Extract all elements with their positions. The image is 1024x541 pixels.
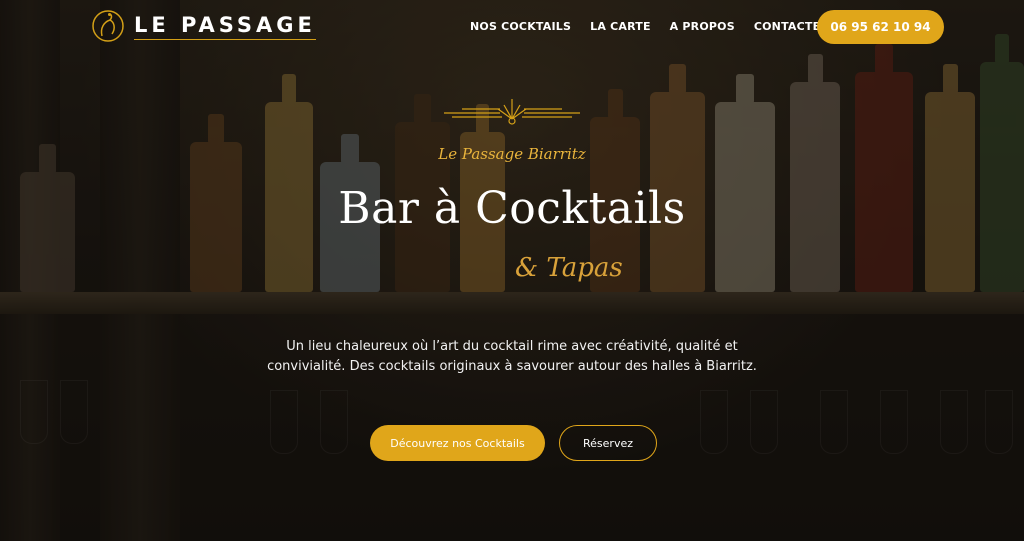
nav-la-carte[interactable]: LA CARTE — [590, 20, 651, 33]
brand-logo[interactable]: LE PASSAGE — [90, 8, 316, 44]
reserve-button[interactable]: Réservez — [559, 425, 657, 461]
hero-tagline: & Tapas — [515, 253, 623, 283]
brand-name: LE PASSAGE — [134, 13, 316, 40]
heron-circle-logo-icon — [92, 10, 124, 42]
art-deco-ornament-icon — [444, 99, 580, 125]
hero-subtitle: Le Passage Biarritz — [438, 145, 586, 163]
hero-title: Bar à Cocktails — [338, 183, 686, 234]
site-header: LE PASSAGE NOS COCKTAILS LA CARTE A PROP… — [0, 0, 1024, 56]
main-nav: NOS COCKTAILS LA CARTE A PROPOS CONTACTE… — [470, 20, 869, 33]
hero-description: Un lieu chaleureux où l’art du cocktail … — [267, 339, 757, 374]
discover-cocktails-button[interactable]: Découvrez nos Cocktails — [370, 425, 545, 461]
nav-a-propos[interactable]: A PROPOS — [670, 20, 735, 33]
nav-nos-cocktails[interactable]: NOS COCKTAILS — [470, 20, 571, 33]
phone-button[interactable]: 06 95 62 10 94 — [817, 10, 944, 44]
